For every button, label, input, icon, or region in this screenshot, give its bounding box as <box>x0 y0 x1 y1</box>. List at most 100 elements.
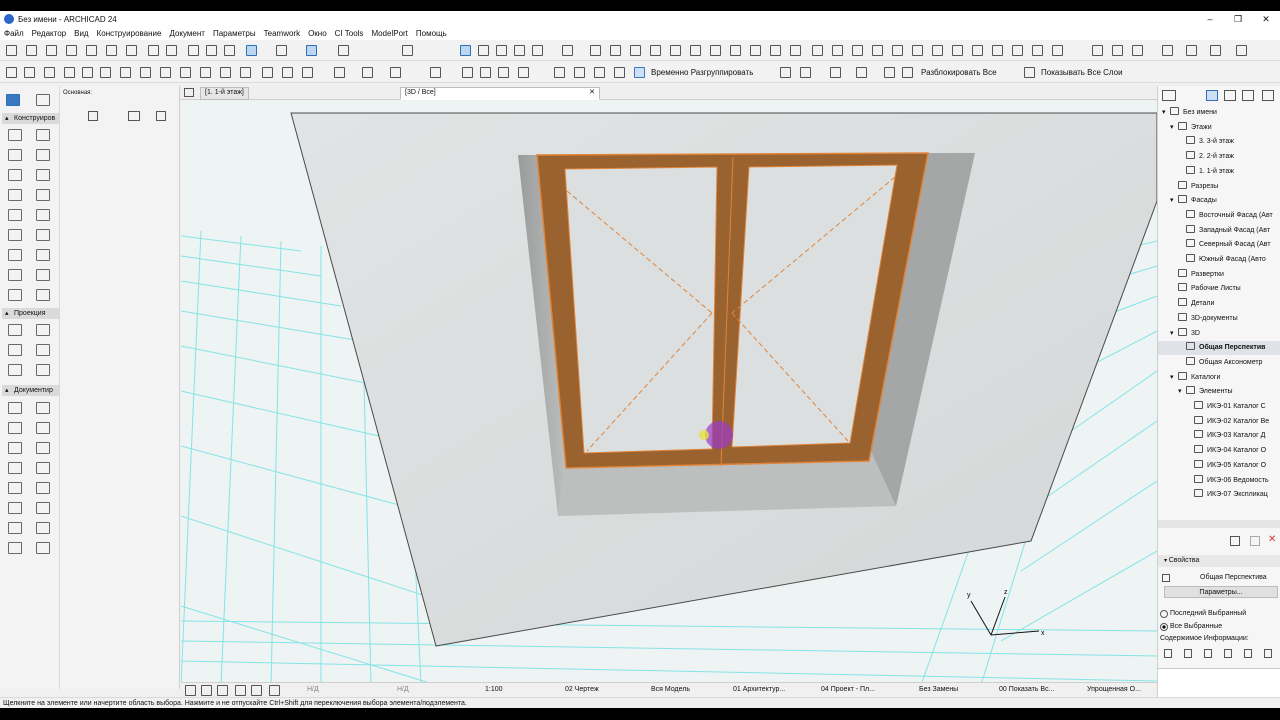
search-select-icon[interactable] <box>82 67 93 78</box>
group-b-icon[interactable] <box>574 67 585 78</box>
eyedropper-icon[interactable] <box>224 45 235 56</box>
hatch-icon[interactable] <box>972 45 983 56</box>
section-design[interactable]: Конструиров <box>2 113 60 124</box>
menu-file[interactable]: Файл <box>4 29 24 38</box>
cut-icon[interactable] <box>86 45 97 56</box>
renovation-combo[interactable]: Без Замены <box>919 686 958 693</box>
roof-icon[interactable] <box>670 45 681 56</box>
tree-item[interactable]: Восточный Фасад (Авт <box>1158 209 1280 223</box>
info-icon-6[interactable] <box>1264 649 1272 658</box>
zone-tool[interactable] <box>36 249 50 261</box>
menu-help[interactable]: Помощь <box>416 29 447 38</box>
layer-combo[interactable]: 02 Чертеж <box>565 686 599 693</box>
distribute-icon[interactable] <box>200 67 211 78</box>
chart-icon[interactable] <box>6 67 17 78</box>
snap-guides-icon[interactable] <box>276 45 287 56</box>
edit-icon[interactable] <box>480 67 491 78</box>
tree-item[interactable]: ▾ Этажи <box>1158 121 1280 135</box>
model-view-combo[interactable]: Вся Модель <box>651 686 690 693</box>
tree-item[interactable]: ИКЭ-01 Каталог С <box>1158 400 1280 414</box>
stair-tool[interactable] <box>8 189 22 201</box>
navigator-menu-icon[interactable] <box>1162 90 1176 101</box>
hotspot-tool[interactable] <box>36 522 50 534</box>
pointer-icon[interactable] <box>156 111 166 121</box>
column-icon[interactable] <box>610 45 621 56</box>
unlock-all-button[interactable]: Разблокировать Все <box>921 68 997 77</box>
morph-icon[interactable] <box>790 45 801 56</box>
new-file-icon[interactable] <box>6 45 17 56</box>
radio-last-selected[interactable] <box>1160 610 1168 618</box>
drag-icon[interactable] <box>160 67 171 78</box>
undo-icon[interactable] <box>148 45 159 56</box>
project-combo[interactable]: 04 Проект - Пл... <box>821 686 875 693</box>
tree-scrollbar[interactable] <box>1158 520 1280 528</box>
lock-icon[interactable] <box>390 67 401 78</box>
send-icon[interactable] <box>1112 45 1123 56</box>
walk-icon[interactable] <box>251 685 262 696</box>
adjust-icon[interactable] <box>514 45 525 56</box>
menu-teamwork[interactable]: Teamwork <box>264 29 300 38</box>
pick-up-icon[interactable] <box>188 45 199 56</box>
camera-icon[interactable] <box>1012 45 1023 56</box>
resize-icon[interactable] <box>140 67 151 78</box>
beam-icon[interactable] <box>630 45 641 56</box>
section-icon[interactable] <box>812 45 823 56</box>
figure-doc-tool[interactable] <box>8 542 22 554</box>
section-document[interactable]: Документир <box>2 385 60 396</box>
guide-line-icon[interactable] <box>246 45 257 56</box>
new-view-icon[interactable] <box>1230 536 1240 546</box>
nd-value-1[interactable]: Н/Д <box>307 686 319 693</box>
info-icon-4[interactable] <box>1224 649 1232 658</box>
bottom-icon[interactable] <box>856 67 867 78</box>
menu-modelport[interactable]: ModelPort <box>371 29 407 38</box>
orbit-icon[interactable] <box>235 685 246 696</box>
3d-window-icon[interactable] <box>1032 45 1043 56</box>
figure-tool[interactable] <box>8 289 22 301</box>
lock-small-icon[interactable] <box>884 67 895 78</box>
tree-item[interactable]: Южный Фасад (Авто <box>1158 253 1280 267</box>
menu-window[interactable]: Окно <box>308 29 327 38</box>
transfer-icon[interactable] <box>518 67 529 78</box>
intersect-icon[interactable] <box>496 45 507 56</box>
drawing-tool[interactable] <box>36 542 50 554</box>
menu-design[interactable]: Конструирование <box>97 29 162 38</box>
tree-item[interactable]: 3D-документы <box>1158 312 1280 326</box>
curve-icon[interactable] <box>282 67 293 78</box>
tree-item[interactable]: ▾ Элементы <box>1158 385 1280 399</box>
align-icon[interactable] <box>180 67 191 78</box>
shell-icon[interactable] <box>690 45 701 56</box>
tree-item[interactable]: Западный Фасад (Авт <box>1158 224 1280 238</box>
3d-viewport[interactable]: x y z <box>181 101 1157 685</box>
tree-item[interactable]: Северный Фасад (Авт <box>1158 238 1280 252</box>
tree-item[interactable]: ИКЭ-02 Каталог Ве <box>1158 415 1280 429</box>
zone-icon[interactable] <box>992 45 1003 56</box>
zoom-fit-icon[interactable] <box>24 67 35 78</box>
window-tool-icon[interactable] <box>750 45 761 56</box>
stair-icon[interactable] <box>710 45 721 56</box>
parameters-button[interactable]: Параметры... <box>1164 586 1278 598</box>
tree-item[interactable]: 1. 1-й этаж <box>1158 165 1280 179</box>
close-button[interactable]: ✕ <box>1252 11 1280 27</box>
curtain-wall-icon[interactable] <box>770 45 781 56</box>
arrow-tool[interactable] <box>6 94 20 106</box>
section-viewpoint[interactable]: Проекция <box>2 308 60 319</box>
stretch-icon[interactable] <box>120 67 131 78</box>
door-tool[interactable] <box>36 209 50 221</box>
tree-item[interactable]: Общая Перспектив <box>1158 341 1280 356</box>
book-icon[interactable] <box>1210 45 1221 56</box>
up-icon[interactable] <box>780 67 791 78</box>
tree-expand-icon[interactable]: ▾ <box>1162 106 1170 120</box>
multiply-icon[interactable] <box>220 67 231 78</box>
ungroup-icon[interactable] <box>362 67 373 78</box>
filter-icon[interactable] <box>88 111 98 121</box>
elevate-icon[interactable] <box>100 67 111 78</box>
menu-edit[interactable]: Редактор <box>32 29 66 38</box>
tab-close-icon[interactable]: ✕ <box>589 88 595 96</box>
group-d-icon[interactable] <box>614 67 625 78</box>
nd-value-2[interactable]: Н/Д <box>397 686 409 693</box>
bring-front-icon[interactable] <box>430 67 441 78</box>
elevation-tool[interactable] <box>36 324 50 336</box>
unlock-small-icon[interactable] <box>902 67 913 78</box>
tree-item[interactable]: ▾ 3D <box>1158 327 1280 341</box>
tree-expand-icon[interactable]: ▾ <box>1170 327 1178 341</box>
